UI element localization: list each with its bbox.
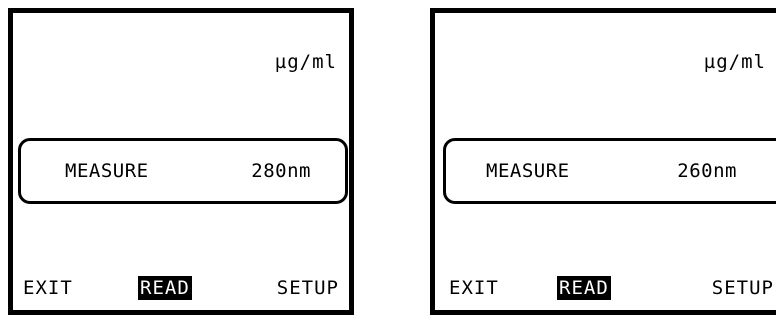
unit-label: µg/ml <box>274 51 337 73</box>
measure-label: MEASURE <box>486 160 570 182</box>
exit-softkey[interactable]: EXIT <box>21 276 75 300</box>
lcd-screen-280nm: µg/ml MEASURE 280nm EXIT READ SETUP <box>8 8 354 315</box>
softkey-bar: EXIT READ SETUP <box>435 276 776 304</box>
softkey-bar: EXIT READ SETUP <box>13 276 349 304</box>
read-softkey[interactable]: READ <box>138 276 192 300</box>
exit-softkey[interactable]: EXIT <box>447 276 501 300</box>
lcd-screen-260nm: µg/ml MEASURE 260nm EXIT READ SETUP <box>430 8 776 315</box>
measure-display: MEASURE 260nm <box>443 138 776 204</box>
measure-display: MEASURE 280nm <box>18 138 348 204</box>
wavelength-value: 280nm <box>251 160 311 182</box>
setup-softkey[interactable]: SETUP <box>275 276 341 300</box>
read-softkey[interactable]: READ <box>557 276 611 300</box>
measure-label: MEASURE <box>65 160 149 182</box>
setup-softkey[interactable]: SETUP <box>710 276 776 300</box>
wavelength-value: 260nm <box>677 160 737 182</box>
unit-label: µg/ml <box>703 51 766 73</box>
